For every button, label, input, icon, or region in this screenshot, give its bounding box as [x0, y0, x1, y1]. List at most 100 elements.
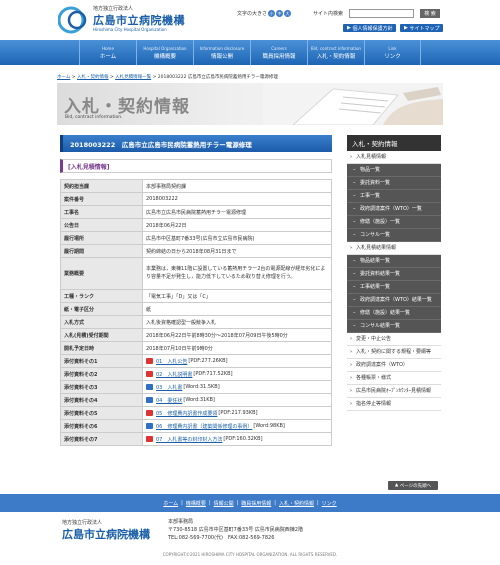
font-size-large-button[interactable]: 大 — [284, 10, 292, 17]
font-size-label: 文字の大きさ — [237, 11, 268, 17]
privacy-policy-label: 個人情報保護方針 — [352, 25, 393, 32]
attachment-row: 添付資料その3 03 入札書 [Word:31.5KB] — [60, 380, 332, 394]
page-title: 2018003222 広島市立広島市民病院蓄熱用チラー電源修理 — [60, 135, 332, 152]
nav-disclosure[interactable]: Information disclosure 情報公開 — [193, 40, 250, 65]
nav-home-label: ホーム — [99, 53, 117, 60]
footer-link-home[interactable]: ホーム — [163, 500, 178, 507]
sidebar-link[interactable]: 広島市民病院ｵｰﾌﾟﾝｶｳﾝﾀｰ見積情報 — [347, 385, 441, 398]
sidebar-item[interactable]: 修繕（施設）一覧 — [347, 216, 441, 229]
row-label: 公告日 — [60, 218, 143, 232]
table-row: 公告日 2018年06月22日 — [60, 218, 332, 232]
attachment-label: 添付資料その6 — [60, 419, 143, 433]
sidebar-item[interactable]: 修繕（施設）結果一覧 — [347, 307, 441, 320]
sidebar-item[interactable]: 工事一覧 — [347, 190, 441, 203]
nav-organization[interactable]: Hospital Organization 機構概要 — [136, 40, 193, 65]
page-banner: 入札・契約情報 Bid, contract information. — [57, 83, 443, 125]
row-label: 工事名 — [60, 205, 143, 219]
search-input[interactable] — [349, 9, 414, 18]
nav-disclosure-en: Information disclosure — [199, 45, 245, 51]
attachment-link[interactable]: 01 入札公告 — [156, 358, 187, 365]
sidebar-link[interactable]: 各種帳票・様式 — [347, 372, 441, 385]
logo-title[interactable]: 広島市立病院機構 — [93, 12, 185, 28]
nav-link[interactable]: Link リンク — [364, 40, 421, 65]
footer-address: 本部事務局 〒730-8518 広島市中区基町7番33号 広島市民病院西棟2階 … — [168, 518, 303, 542]
footer-logo: 広島市立病院機構 — [62, 528, 150, 541]
sidebar-group-bid-results[interactable]: 入札見積結果情報 — [347, 242, 441, 255]
breadcrumb-bid-list[interactable]: 入札見積情報一覧 — [115, 75, 151, 80]
sidebar-item[interactable]: 政府調達案件（WTO）結果一覧 — [347, 294, 441, 307]
attachment-link[interactable]: 07 入札書等の封印封入方法 — [156, 436, 222, 443]
search-button[interactable]: 検 索 — [420, 9, 440, 18]
font-size-small-button[interactable]: 小 — [268, 10, 276, 17]
sidebar-item[interactable]: 委託資料結果一覧 — [347, 268, 441, 281]
attachment-link[interactable]: 05 修理費内訳書作成要領 — [156, 410, 217, 417]
footer-link-bid-contract[interactable]: 入札・契約情報 — [279, 500, 314, 507]
sidebar-item[interactable]: 政府調達案件（WTO）一覧 — [347, 203, 441, 216]
nav-bid-contract[interactable]: Bid, contract information 入札・契約情報 — [307, 40, 364, 65]
nav-organization-en: Hospital Organization — [143, 45, 187, 51]
attachment-link[interactable]: 02 入札説明書 — [156, 371, 192, 378]
attachment-link[interactable]: 06 修理費内訳書（建築関係修理の事例） — [156, 423, 252, 430]
breadcrumb-home[interactable]: ホーム — [57, 75, 70, 80]
pdf-icon — [146, 436, 153, 442]
table-row: 開札予定日時 2018年07月10日午前9時0分 — [60, 341, 332, 355]
copyright: COPYRIGHT©2021 HIROSHIMA CITY HOSPITAL O… — [162, 552, 338, 557]
sidebar-link[interactable]: 変更・中止公告 — [347, 333, 441, 346]
pdf-icon — [146, 410, 153, 416]
nav-careers[interactable]: Careers 職員採用情報 — [250, 40, 307, 65]
logo-english: Hiroshima City Hospital Organization — [93, 27, 167, 32]
row-label: 入札方式 — [60, 315, 143, 329]
footer-logo-subtitle: 地方独立行政法人 — [62, 520, 103, 526]
attachment-row: 添付資料その1 01 入札公告 [PDF:277.26KB] — [60, 354, 332, 368]
footer-link-link[interactable]: リンク — [322, 500, 337, 507]
sidebar-item[interactable]: 委託資料一覧 — [347, 177, 441, 190]
sidebar-item[interactable]: コンサル一覧 — [347, 229, 441, 242]
global-nav: Home ホーム Hospital Organization 機構概要 Inform… — [0, 40, 500, 65]
nav-careers-label: 職員採用情報 — [262, 53, 296, 60]
footer-link-organization[interactable]: 機構概要 — [186, 500, 206, 507]
nav-home[interactable]: Home ホーム — [79, 40, 136, 65]
row-label: 履行場所 — [60, 231, 143, 245]
attachment-row: 添付資料その4 04 委任状 [Word:31KB] — [60, 393, 332, 407]
row-label: 業務概要 — [60, 257, 143, 290]
font-size-medium-button[interactable]: 中 — [276, 10, 284, 17]
attachment-label: 添付資料その2 — [60, 367, 143, 381]
attachment-link[interactable]: 04 委任状 — [156, 397, 182, 404]
footer-link-disclosure[interactable]: 情報公開 — [214, 500, 234, 507]
sidebar-item[interactable]: 工事結果一覧 — [347, 281, 441, 294]
sidebar-item[interactable]: 物品結果一覧 — [347, 255, 441, 268]
separator: | — [208, 500, 211, 506]
handshake-contract-image — [263, 83, 443, 125]
sidebar-item[interactable]: コンサル結果一覧 — [347, 320, 441, 333]
organization-logo-icon[interactable] — [58, 6, 88, 34]
breadcrumb-bid-contract[interactable]: 入札・契約情報 — [77, 75, 109, 80]
row-value: 2018年06月22日 — [142, 218, 332, 232]
separator: | — [181, 500, 183, 506]
privacy-policy-link[interactable]: ▶ 個人情報保護方針 — [343, 24, 397, 32]
attachment-row: 添付資料その6 06 修理費内訳書（建築関係修理の事例） [Word:98KB] — [60, 419, 332, 433]
nav-bid-contract-label: 入札・契約情報 — [316, 53, 356, 60]
attachment-label: 添付資料その1 — [60, 354, 143, 368]
table-row: 業務概要 本業務は，東棟11階に設置している蓄熱用チラー2台の電源配線が経年劣化に… — [60, 257, 332, 290]
separator: | — [236, 500, 239, 506]
breadcrumb: ホーム > 入札・契約情報 > 入札見積情報一覧 > 2018003222 広島… — [57, 75, 278, 80]
attachment-link[interactable]: 03 入札書 — [156, 384, 182, 391]
breadcrumb-case-number: 2018003222 — [157, 75, 187, 80]
sidebar-link[interactable]: 政府調達案件（WTO） — [347, 359, 441, 372]
sidebar-group-bid-info[interactable]: 入札見積情報 — [347, 151, 441, 164]
sidebar-item[interactable]: 物品一覧 — [347, 164, 441, 177]
word-icon — [146, 423, 153, 429]
nav-link-en: Link — [388, 45, 397, 51]
row-value: 2018003222 — [142, 192, 332, 206]
nav-organization-label: 機構概要 — [153, 53, 176, 60]
sidebar-link[interactable]: 指名停止等情報 — [347, 398, 441, 411]
sidebar-link[interactable]: 入札・契約に関する規程・要綱等 — [347, 346, 441, 359]
footer-office: 本部事務局 — [168, 519, 194, 525]
sitemap-link[interactable]: ▶ サイトマップ — [400, 24, 444, 32]
page-top-button[interactable]: ▲ ページの先頭へ — [388, 481, 438, 490]
attachment-size: [PDF:277.26KB] — [188, 358, 228, 364]
sidebar-heading[interactable]: 入札・契約情報 — [347, 135, 441, 151]
row-value: 入札後資格確認型一般競争入札 — [142, 315, 332, 329]
attachment-label: 添付資料その4 — [60, 393, 143, 407]
footer-link-careers[interactable]: 職員採用情報 — [241, 500, 271, 507]
